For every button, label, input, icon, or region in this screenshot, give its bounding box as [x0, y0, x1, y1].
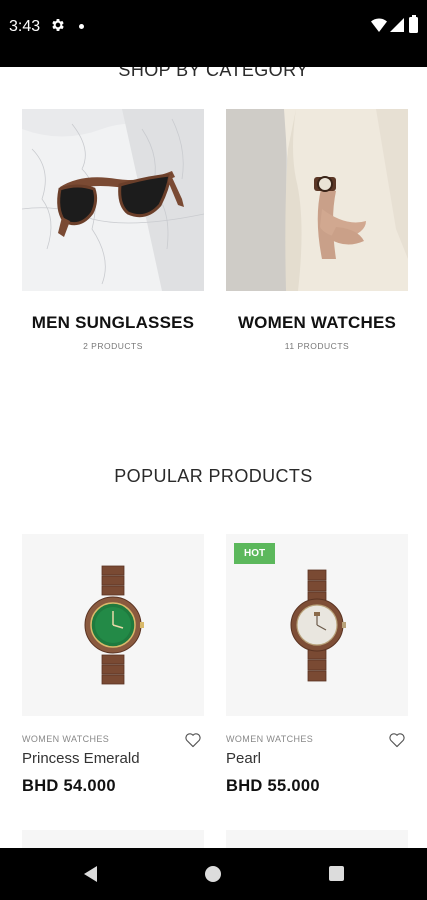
notification-dot-icon — [79, 24, 84, 29]
hot-badge: HOT — [234, 543, 276, 564]
status-bar: 3:43 — [0, 0, 427, 67]
category-count: 2 PRODUCTS — [83, 341, 143, 351]
category-image-women-watches[interactable] — [226, 109, 408, 291]
category-image-sunglasses[interactable] — [22, 109, 204, 291]
scroll-content[interactable]: SHOP BY CATEGORY MEN SUNGLASSES 2 PRODUC… — [0, 0, 427, 900]
category-card-women-watches[interactable]: WOMEN WATCHES 11 PRODUCTS — [226, 109, 408, 351]
signal-icon — [390, 18, 404, 32]
product-price: BHD 54.000 — [22, 777, 116, 795]
emerald-watch-image — [84, 565, 144, 685]
wifi-icon — [371, 18, 387, 32]
product-card-pearl[interactable]: HOT WOMEN WATCHES Pearl BHD 55.000 — [226, 534, 408, 796]
product-name[interactable]: Pearl — [226, 750, 408, 767]
product-name[interactable]: Princess Emerald — [22, 750, 204, 767]
recents-icon[interactable] — [329, 866, 344, 881]
product-image[interactable] — [22, 534, 204, 716]
category-count: 11 PRODUCTS — [284, 341, 350, 351]
product-category: WOMEN WATCHES — [226, 734, 314, 744]
popular-products-heading: POPULAR PRODUCTS — [114, 466, 313, 486]
woman-wearing-watch-image — [226, 109, 408, 291]
category-title[interactable]: WOMEN WATCHES — [226, 313, 408, 333]
product-category: WOMEN WATCHES — [22, 734, 110, 744]
home-icon[interactable] — [205, 866, 221, 882]
back-icon[interactable] — [82, 865, 98, 883]
gear-icon — [52, 19, 64, 31]
category-card-men-sunglasses[interactable]: MEN SUNGLASSES 2 PRODUCTS — [22, 109, 204, 351]
category-title[interactable]: MEN SUNGLASSES — [22, 313, 204, 333]
heart-icon[interactable] — [184, 732, 202, 748]
heart-icon[interactable] — [388, 732, 406, 748]
product-card-princess-emerald[interactable]: WOMEN WATCHES Princess Emerald BHD 54.00… — [22, 534, 204, 796]
app-screen: 3:43 SHOP BY CATEGORY MEN SUNGLASSES 2 P… — [0, 0, 427, 900]
status-time: 3:43 — [9, 18, 41, 35]
sunglasses-on-map-image — [22, 109, 204, 291]
navigation-bar — [0, 848, 427, 900]
battery-icon — [409, 15, 418, 33]
product-image[interactable]: HOT — [226, 534, 408, 716]
product-price: BHD 55.000 — [226, 777, 320, 795]
